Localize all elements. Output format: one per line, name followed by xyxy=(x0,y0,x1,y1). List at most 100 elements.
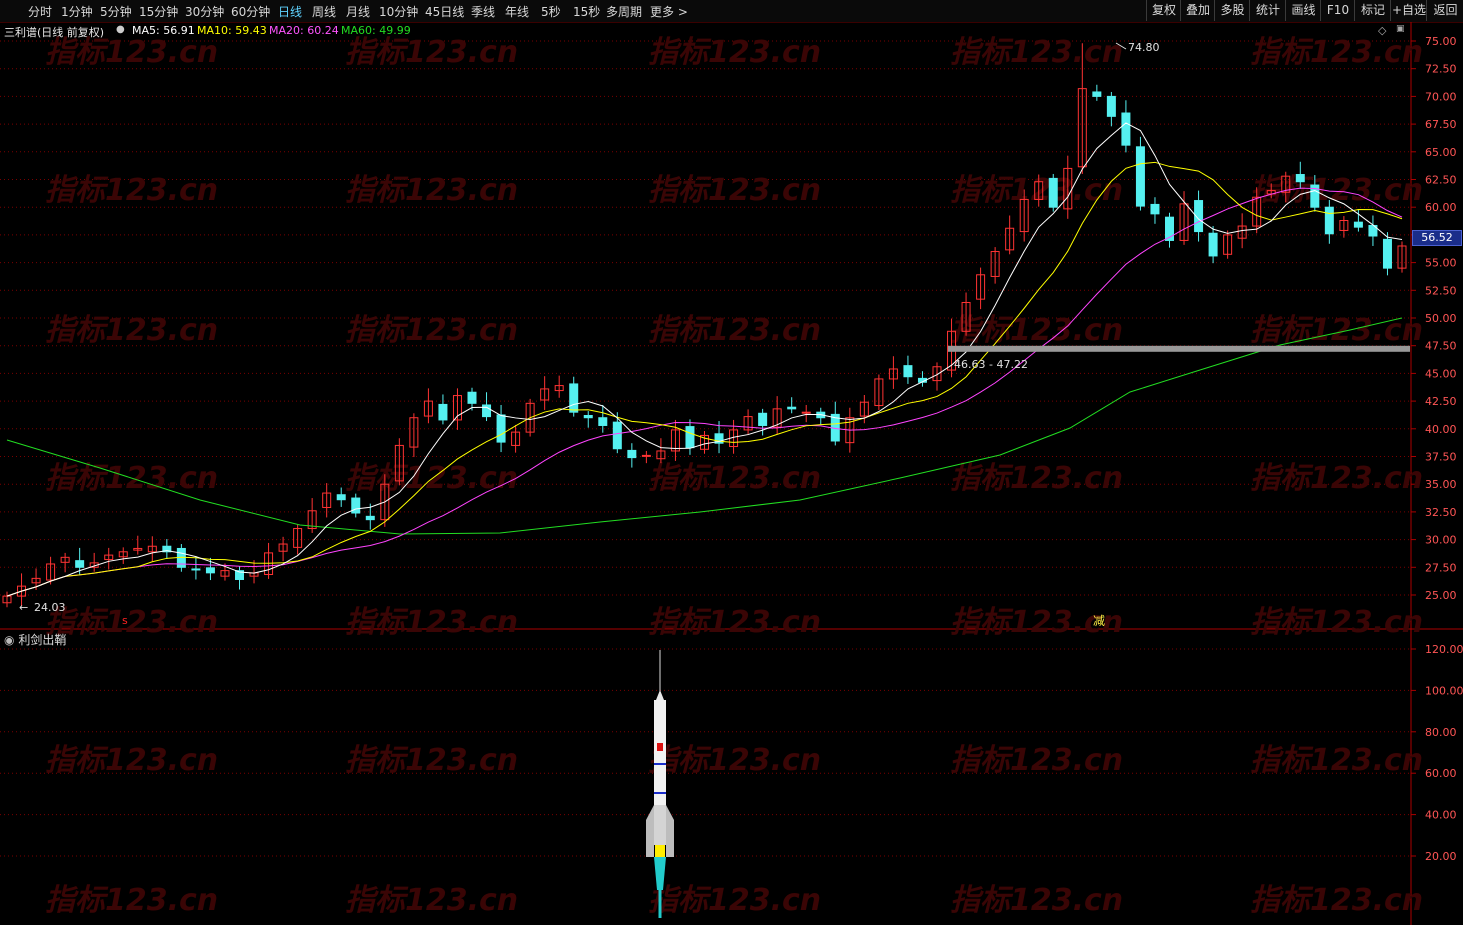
watermark: 指标123.cn xyxy=(648,173,821,208)
candle-down xyxy=(583,415,593,419)
watermark: 指标123.cn xyxy=(950,883,1123,918)
watermark: 指标123.cn xyxy=(45,313,218,348)
collapse-icon[interactable]: ◉ xyxy=(4,633,14,647)
axis-tick-label: 62.50 xyxy=(1425,174,1457,187)
axis-tick-label: 50.00 xyxy=(1425,312,1457,325)
candle-down xyxy=(1353,221,1363,228)
watermark: 指标123.cn xyxy=(1250,605,1423,640)
indicator-name: 利剑出鞘 xyxy=(18,633,67,647)
candle-down xyxy=(1121,112,1131,146)
chart-canvas[interactable]: 75.0072.5070.0067.5065.0062.5060.0057.50… xyxy=(0,0,1463,925)
candle-down xyxy=(496,414,506,443)
indicator-axis-label: 120.00 xyxy=(1425,643,1463,656)
candle-down xyxy=(1295,174,1305,183)
watermark: 指标123.cn xyxy=(345,883,518,918)
candle-down xyxy=(438,403,448,421)
candle-down xyxy=(1048,177,1058,208)
rocket-fin-left xyxy=(646,805,654,857)
indicator-axis-label: 60.00 xyxy=(1425,767,1457,780)
candle-down xyxy=(482,404,492,418)
watermark: 指标123.cn xyxy=(950,461,1123,496)
watermark: 指标123.cn xyxy=(648,35,821,70)
axis-tick-label: 45.00 xyxy=(1425,367,1457,380)
watermark: 指标123.cn xyxy=(1250,173,1423,208)
candle-down xyxy=(685,426,695,449)
candle-down xyxy=(598,417,608,426)
candle-down xyxy=(1106,95,1116,117)
rocket-lower-body xyxy=(654,805,666,845)
watermark: 指标123.cn xyxy=(345,173,518,208)
watermark: 指标123.cn xyxy=(648,743,821,778)
axis-tick-label: 35.00 xyxy=(1425,478,1457,491)
axis-tick-label: 42.50 xyxy=(1425,395,1457,408)
watermark: 指标123.cn xyxy=(345,35,518,70)
indicator-axis-label: 80.00 xyxy=(1425,726,1457,739)
watermark: 指标123.cn xyxy=(45,605,218,640)
support-zone-bar xyxy=(948,345,1410,352)
high-price-label: 74.80 xyxy=(1128,41,1160,54)
axis-tick-label: 70.00 xyxy=(1425,90,1457,103)
axis-tick-label: 75.00 xyxy=(1425,35,1457,48)
watermark: 指标123.cn xyxy=(950,173,1123,208)
candle-up xyxy=(801,411,811,414)
candle-down xyxy=(1324,206,1334,235)
axis-tick-label: 40.00 xyxy=(1425,423,1457,436)
axis-tick-label: 32.50 xyxy=(1425,506,1457,519)
rocket-engine xyxy=(655,845,665,857)
signal-reduce: 减 xyxy=(1093,614,1105,628)
candle-down xyxy=(1382,238,1392,269)
candle-down xyxy=(612,421,622,450)
watermark: 指标123.cn xyxy=(345,313,518,348)
rocket-fin-right xyxy=(666,805,674,857)
low-price-label: 24.03 xyxy=(34,601,66,614)
axis-tick-label: 30.00 xyxy=(1425,534,1457,547)
candle-down xyxy=(75,560,85,568)
candle-down xyxy=(336,494,346,501)
support-zone-label: 46.63 - 47.22 xyxy=(954,358,1028,371)
axis-tick-label: 55.00 xyxy=(1425,257,1457,270)
candle-down xyxy=(467,391,477,404)
rocket-body xyxy=(654,700,666,805)
axis-tick-label: 25.00 xyxy=(1425,589,1457,602)
watermark: 指标123.cn xyxy=(648,461,821,496)
ma20-line xyxy=(6,187,1403,597)
indicator-axis-label: 20.00 xyxy=(1425,850,1457,863)
watermark: 指标123.cn xyxy=(45,883,218,918)
watermark: 指标123.cn xyxy=(950,35,1123,70)
candle-down xyxy=(1150,203,1160,215)
axis-tick-label: 52.50 xyxy=(1425,284,1457,297)
indicator-title[interactable]: ◉ 利剑出鞘 xyxy=(4,631,66,648)
candle-down xyxy=(627,449,637,459)
watermark: 指标123.cn xyxy=(1250,35,1423,70)
axis-tick-label: 67.50 xyxy=(1425,118,1457,131)
watermark: 指标123.cn xyxy=(45,35,218,70)
watermark: 指标123.cn xyxy=(1250,313,1423,348)
candle-down xyxy=(1135,146,1145,207)
watermark: 指标123.cn xyxy=(1250,461,1423,496)
current-price-tag: 56.52 xyxy=(1412,230,1462,246)
candle-down xyxy=(205,567,215,574)
candle-down xyxy=(191,568,201,571)
candle-down xyxy=(787,406,797,410)
axis-tick-label: 60.00 xyxy=(1425,201,1457,214)
signal-s: s xyxy=(122,614,128,627)
axis-tick-label: 65.00 xyxy=(1425,146,1457,159)
watermark: 指标123.cn xyxy=(648,883,821,918)
rocket-window xyxy=(657,743,663,751)
watermark: 指标123.cn xyxy=(345,605,518,640)
candle-down xyxy=(758,412,768,426)
candle-down xyxy=(1092,91,1102,97)
axis-tick-label: 37.50 xyxy=(1425,451,1457,464)
watermark: 指标123.cn xyxy=(1250,883,1423,918)
candle-down xyxy=(365,515,375,521)
axis-tick-label: 47.50 xyxy=(1425,340,1457,353)
watermark: 指标123.cn xyxy=(648,605,821,640)
low-arrow-icon: ← xyxy=(19,601,28,614)
candle-down xyxy=(903,365,913,378)
candle-up xyxy=(641,454,651,457)
indicator-axis-label: 100.00 xyxy=(1425,684,1463,697)
rocket-nose xyxy=(656,690,664,700)
watermark: 指标123.cn xyxy=(45,173,218,208)
axis-tick-label: 27.50 xyxy=(1425,561,1457,574)
watermark: 指标123.cn xyxy=(648,313,821,348)
